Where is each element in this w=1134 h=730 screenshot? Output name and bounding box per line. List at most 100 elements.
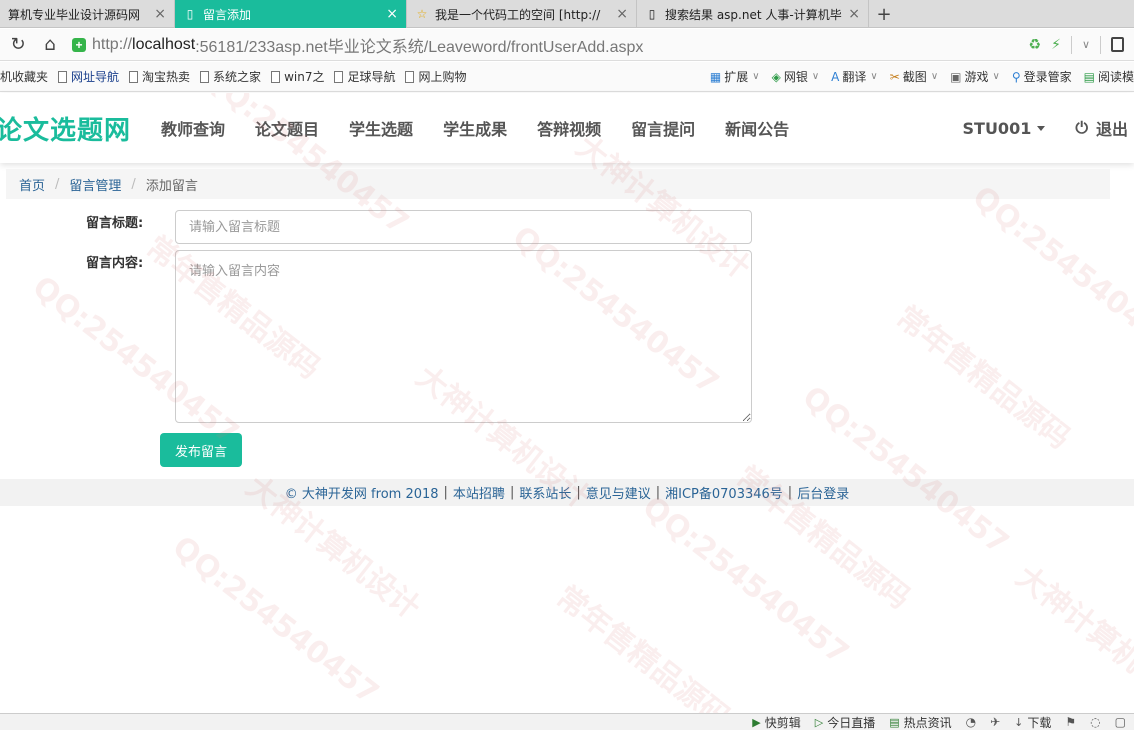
- breadcrumb: 首页 / 留言管理 / 添加留言: [6, 169, 1110, 199]
- nav-thesis-topics[interactable]: 论文题目: [255, 116, 319, 140]
- close-icon[interactable]: ×: [154, 6, 166, 22]
- publish-message-button[interactable]: 发布留言: [160, 433, 242, 467]
- refresh-icon[interactable]: ↻: [4, 31, 32, 59]
- bookmark-item[interactable]: 网上购物: [405, 68, 466, 85]
- page-icon: [334, 70, 344, 83]
- close-icon[interactable]: ×: [386, 6, 398, 22]
- browser-tab-2[interactable]: ▯ 留言添加 ×: [175, 0, 407, 28]
- footer-link-contact[interactable]: 联系站长: [519, 483, 571, 502]
- url-path: :56181/233asp.net毕业论文系统/Leaveword/frontU…: [195, 38, 644, 56]
- live-icon: ▷: [814, 715, 824, 729]
- extensions-button[interactable]: ▦ 扩展 ∨: [710, 68, 760, 85]
- browser-status-bar: ▶ 快剪辑 ▷ 今日直播 ▤ 热点资讯 ◔ ✈ ↓ 下载 ⚑ ◌ ▢: [0, 713, 1134, 730]
- book-icon: ▤: [1083, 69, 1095, 84]
- page-icon: ▯: [186, 7, 194, 21]
- nav-student-selection[interactable]: 学生选题: [349, 116, 413, 140]
- browser-tab-3[interactable]: ☆ 我是一个代码工的空间 [http:// ×: [407, 0, 637, 28]
- bookmark-list: 机收藏夹 网址导航 淘宝热卖 系统之家 win7之 足球导航 网上购物: [0, 68, 476, 85]
- live-button[interactable]: ▷ 今日直播: [815, 714, 875, 730]
- chevron-down-icon: ∨: [811, 71, 820, 82]
- key-icon: ⚲: [1011, 69, 1021, 84]
- games-button[interactable]: ▣ 游戏 ∨: [950, 68, 1000, 85]
- content-label: 留言内容:: [86, 256, 144, 271]
- tab-title: 留言添加: [203, 7, 252, 22]
- title-label: 留言标题:: [86, 216, 144, 231]
- site-navbar: 论文选题网 教师查询 论文题目 学生选题 学生成果 答辩视频 留言提问 新闻公告…: [0, 93, 1134, 163]
- nav-news[interactable]: 新闻公告: [725, 116, 789, 140]
- watermark-text: QQ:254540457: [635, 489, 856, 672]
- url-field[interactable]: + http://localhost:56181/233asp.net毕业论文系…: [72, 32, 1021, 58]
- extensions-icon: ▦: [709, 69, 722, 84]
- nav-defense-video[interactable]: 答辩视频: [537, 116, 601, 140]
- news-button[interactable]: ▤ 热点资讯: [889, 714, 951, 730]
- bookmark-item[interactable]: 网址导航: [58, 68, 119, 85]
- power-icon: ⏻: [1075, 118, 1088, 137]
- message-title-input[interactable]: [175, 210, 752, 244]
- username: STU001: [962, 118, 1032, 138]
- watermark-text: 大神计算机设计: [1009, 559, 1134, 713]
- bookmark-item[interactable]: 足球导航: [334, 68, 395, 85]
- footer-link-feedback[interactable]: 意见与建议: [586, 483, 651, 502]
- bank-icon: ◈: [771, 69, 781, 84]
- user-menu[interactable]: STU001: [963, 119, 1046, 138]
- url-host: localhost: [132, 35, 196, 53]
- footer-link-jobs[interactable]: 本站招聘: [453, 483, 505, 502]
- browser-tab-1[interactable]: 算机专业毕业设计源码网 ×: [0, 0, 175, 28]
- browser-tab-4[interactable]: ▯ 搜索结果 asp.net 人事-计算机毕 ×: [637, 0, 869, 28]
- nav-teacher-query[interactable]: 教师查询: [161, 116, 225, 140]
- new-tab-button[interactable]: +: [869, 0, 899, 28]
- bookmark-item[interactable]: 机收藏夹: [0, 68, 48, 85]
- quick-clip-button[interactable]: ▶ 快剪辑: [752, 714, 800, 730]
- nav-student-results[interactable]: 学生成果: [443, 116, 507, 140]
- page-icon: ▯: [648, 7, 656, 21]
- flag-icon[interactable]: ⚑: [1065, 715, 1076, 729]
- nav-messages[interactable]: 留言提问: [631, 116, 695, 140]
- message-content-textarea[interactable]: [175, 250, 752, 423]
- breadcrumb-separator: /: [55, 176, 60, 192]
- footer-link-admin-login[interactable]: 后台登录: [797, 483, 849, 502]
- reading-mode-button[interactable]: ▤ 阅读模: [1084, 68, 1134, 85]
- address-tools: ♻ ⚡ ∨: [1029, 35, 1124, 54]
- bookmark-item[interactable]: 系统之家: [200, 68, 261, 85]
- speed-icon[interactable]: ◔: [966, 715, 976, 729]
- bookmarks-bar: 机收藏夹 网址导航 淘宝热卖 系统之家 win7之 足球导航 网上购物 ▦ 扩展 ∨…: [0, 62, 1134, 92]
- bookmark-item[interactable]: win7之: [271, 68, 324, 85]
- watermark-text: 常年售精品源码: [729, 459, 917, 617]
- translate-button[interactable]: A 翻译 ∨: [831, 68, 878, 85]
- login-manager-button[interactable]: ⚲ 登录管家: [1012, 68, 1072, 85]
- window-icon[interactable]: [1111, 37, 1124, 52]
- caret-down-icon: [1037, 125, 1046, 131]
- recycle-icon[interactable]: ♻: [1029, 37, 1042, 53]
- security-icon: +: [72, 37, 86, 52]
- bookmark-item[interactable]: 淘宝热卖: [129, 68, 190, 85]
- logout-button[interactable]: ⏻ 退出: [1075, 116, 1128, 140]
- screenshot-button[interactable]: ✂ 截图 ∨: [890, 68, 938, 85]
- ebank-button[interactable]: ◈ 网银 ∨: [772, 68, 820, 85]
- star-icon: ☆: [416, 7, 428, 21]
- breadcrumb-current: 添加留言: [145, 178, 198, 194]
- site-brand[interactable]: 论文选题网: [0, 110, 131, 147]
- watermark-text: QQ:254540457: [165, 529, 386, 712]
- news-icon: ▤: [889, 715, 900, 729]
- window-icon[interactable]: ▢: [1115, 715, 1126, 729]
- breadcrumb-home[interactable]: 首页: [19, 175, 45, 194]
- lightning-icon[interactable]: ⚡: [1051, 37, 1061, 53]
- breadcrumb-section[interactable]: 留言管理: [69, 175, 121, 194]
- scissors-icon: ✂: [889, 69, 900, 84]
- footer-link-icp[interactable]: 湘ICP备0703346号: [665, 483, 783, 502]
- sound-icon[interactable]: ◌: [1090, 715, 1100, 729]
- close-icon[interactable]: ×: [616, 6, 628, 22]
- download-button[interactable]: ↓ 下载: [1014, 714, 1051, 730]
- play-icon: ▶: [752, 715, 761, 729]
- chevron-down-icon: ∨: [870, 71, 878, 82]
- chevron-down-icon[interactable]: ∨: [1082, 38, 1090, 51]
- pin-icon[interactable]: ✈: [990, 715, 1000, 729]
- browser-tools: ▦ 扩展 ∨ ◈ 网银 ∨ A 翻译 ∨ ✂ 截图 ∨ ▣ 游戏 ∨ ⚲ 登录管家 ▤ 阅读模: [710, 68, 1134, 85]
- browser-tab-strip: 算机专业毕业设计源码网 × ▯ 留言添加 × ☆ 我是一个代码工的空间 [htt…: [0, 0, 1134, 28]
- page-icon: [271, 70, 281, 83]
- download-icon: ↓: [1014, 715, 1024, 729]
- watermark-text: 常年售精品源码: [889, 299, 1077, 457]
- tab-title: 搜索结果 asp.net 人事-计算机毕: [665, 7, 842, 22]
- close-icon[interactable]: ×: [848, 6, 860, 22]
- home-icon[interactable]: ⌂: [36, 31, 64, 59]
